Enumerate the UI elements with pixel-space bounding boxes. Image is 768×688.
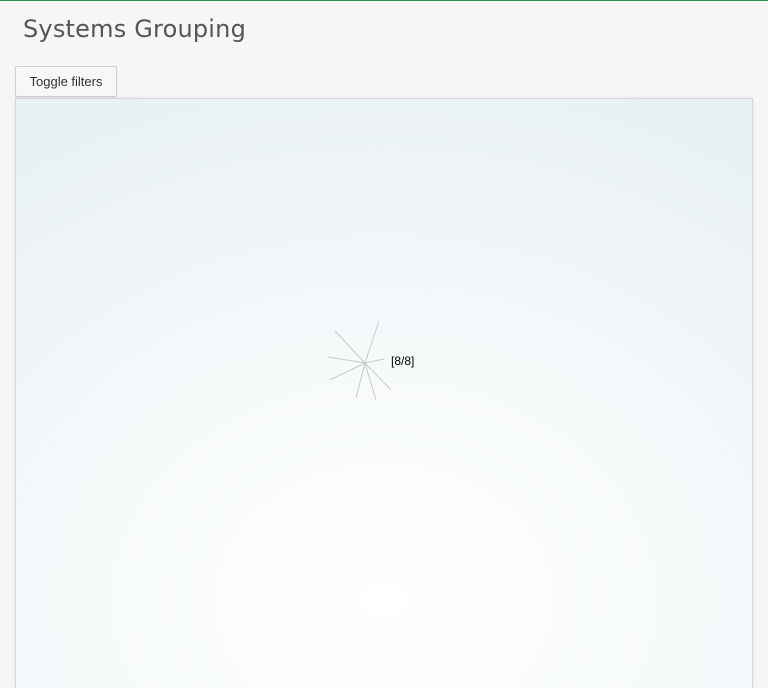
graph-svg[interactable]: [8/8] — [16, 99, 752, 688]
graph-edge — [334, 330, 366, 364]
graph-edge — [329, 362, 366, 381]
graph-edge — [364, 320, 380, 364]
top-accent-line — [0, 0, 768, 1]
graph-edge — [327, 356, 366, 364]
cluster-label[interactable]: [8/8] — [391, 354, 414, 368]
toggle-filters-button[interactable]: Toggle filters — [15, 66, 117, 97]
cluster-node[interactable]: [8/8] — [327, 320, 414, 401]
graph-canvas[interactable]: [8/8] — [15, 98, 753, 688]
graph-edge — [364, 358, 385, 364]
page-title: Systems Grouping — [23, 15, 247, 43]
graph-edge — [355, 362, 366, 399]
